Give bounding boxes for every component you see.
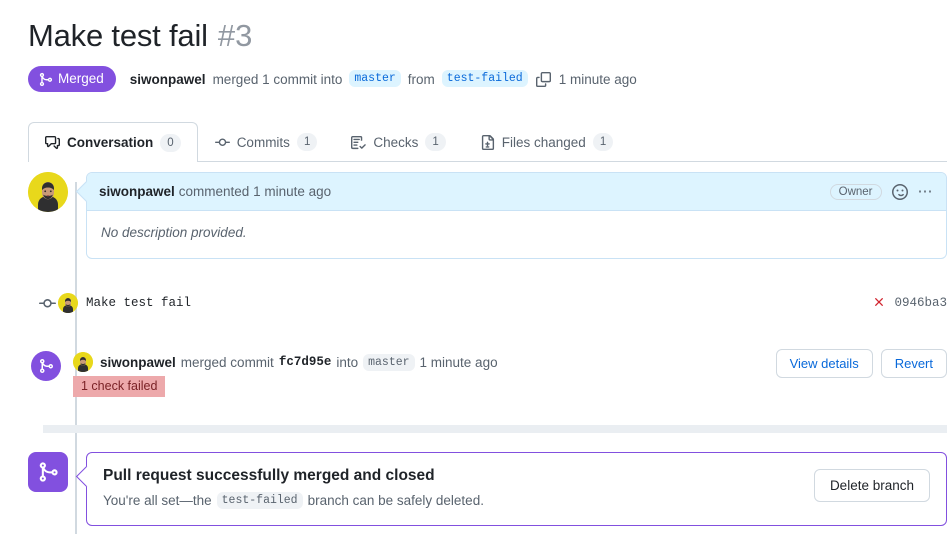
tab-checks-count: 1 [425, 133, 446, 151]
pr-timeline: siwonpawel commented 1 minute ago Owner … [28, 172, 947, 534]
merged-banner: Pull request successfully merged and clo… [28, 452, 947, 526]
avatar[interactable] [28, 172, 68, 212]
x-fail-icon[interactable] [872, 295, 886, 312]
merge-timestamp: 1 minute ago [558, 71, 637, 87]
file-diff-icon [480, 134, 495, 150]
pr-author[interactable]: siwonpawel [130, 72, 206, 87]
git-commit-icon [37, 293, 57, 313]
comment-action: commented [178, 184, 250, 199]
comment-header: siwonpawel commented 1 minute ago Owner … [87, 173, 946, 211]
copy-icon[interactable] [535, 71, 551, 87]
merged-commit-sha[interactable]: fc7d95e [279, 355, 332, 369]
merged-banner-sub-before: You're all set—the [103, 493, 212, 508]
merge-event-content: siwonpawel merged commit fc7d95e into ma… [73, 349, 947, 397]
status-badge-merged: Merged [28, 66, 116, 92]
merge-event-timestamp: 1 minute ago [419, 354, 498, 370]
commit-message[interactable]: Make test fail [86, 296, 191, 310]
merged-banner-branch: test-failed [216, 492, 303, 509]
kebab-menu-icon[interactable]: ⋯ [918, 184, 935, 199]
merged-banner-subtitle: You're all set—the test-failed branch ca… [103, 492, 930, 509]
tab-commits[interactable]: Commits 1 [198, 122, 335, 161]
owner-badge: Owner [829, 183, 882, 200]
avatar[interactable] [58, 293, 78, 313]
tab-commits-label: Commits [236, 134, 290, 150]
pr-title-text: Make test fail [28, 18, 208, 53]
tab-conversation-count: 0 [160, 133, 181, 152]
git-merge-icon [31, 351, 61, 381]
from-text: from [407, 71, 435, 87]
page-title: Make test fail #3 [28, 18, 252, 54]
status-badge-label: Merged [58, 71, 104, 86]
git-commit-icon [214, 135, 230, 150]
comment-author[interactable]: siwonpawel [99, 184, 175, 199]
merged-banner-card: Pull request successfully merged and clo… [86, 452, 947, 526]
tab-files-changed[interactable]: Files changed 1 [463, 122, 630, 161]
comment-header-actions: Owner ⋯ [829, 183, 935, 200]
pr-number: #3 [217, 18, 253, 53]
commit-row: Make test fail 0946ba3 [28, 287, 947, 319]
merge-author[interactable]: siwonpawel [100, 355, 176, 370]
pr-tab-bar: Conversation 0 Commits 1 Checks 1 Files … [28, 122, 947, 162]
tab-checks-label: Checks [373, 134, 419, 150]
head-branch-chip[interactable]: test-failed [441, 70, 528, 87]
merge-event-row: siwonpawel merged commit fc7d95e into ma… [28, 349, 947, 397]
merge-text-middle: into [336, 354, 359, 370]
pr-meta-line: Merged siwonpawel merged 1 commit into m… [28, 66, 637, 92]
merged-banner-sub-after: branch can be safely deleted. [307, 493, 484, 508]
tab-conversation-label: Conversation [67, 135, 154, 150]
merged-banner-title: Pull request successfully merged and clo… [103, 467, 435, 484]
commit-status-group: 0946ba3 [872, 295, 947, 312]
view-details-button[interactable]: View details [775, 349, 873, 378]
comment-discussion-icon [45, 135, 60, 150]
avatar[interactable] [73, 352, 93, 372]
comment-timestamp: 1 minute ago [253, 184, 332, 199]
merge-text-before: merged commit [180, 354, 274, 370]
status-badge-check-failed: 1 check failed [73, 376, 166, 397]
tab-files-changed-count: 1 [592, 133, 614, 151]
merge-target-branch[interactable]: master [363, 353, 415, 371]
section-divider [43, 425, 947, 433]
comment-block: siwonpawel commented 1 minute ago Owner … [28, 172, 947, 259]
tab-commits-count: 1 [296, 133, 318, 151]
merge-action-buttons: View details Revert [775, 349, 947, 378]
base-branch-chip[interactable]: master [349, 70, 401, 87]
commit-sha[interactable]: 0946ba3 [894, 296, 947, 310]
git-merge-icon [28, 452, 68, 492]
git-merge-icon [38, 72, 53, 87]
tab-files-changed-label: Files changed [501, 134, 586, 150]
tab-conversation[interactable]: Conversation 0 [28, 122, 198, 162]
smiley-icon[interactable] [891, 183, 908, 200]
comment-card: siwonpawel commented 1 minute ago Owner … [86, 172, 947, 259]
revert-button[interactable]: Revert [880, 349, 947, 378]
pull-request-page: Make test fail #3 Merged siwonpawel merg… [0, 0, 947, 534]
delete-branch-button[interactable]: Delete branch [813, 469, 930, 502]
comment-body: No description provided. [101, 225, 247, 240]
merged-commit-text: merged 1 commit into [212, 71, 343, 87]
tab-checks[interactable]: Checks 1 [334, 122, 462, 161]
checklist-icon [351, 135, 367, 150]
